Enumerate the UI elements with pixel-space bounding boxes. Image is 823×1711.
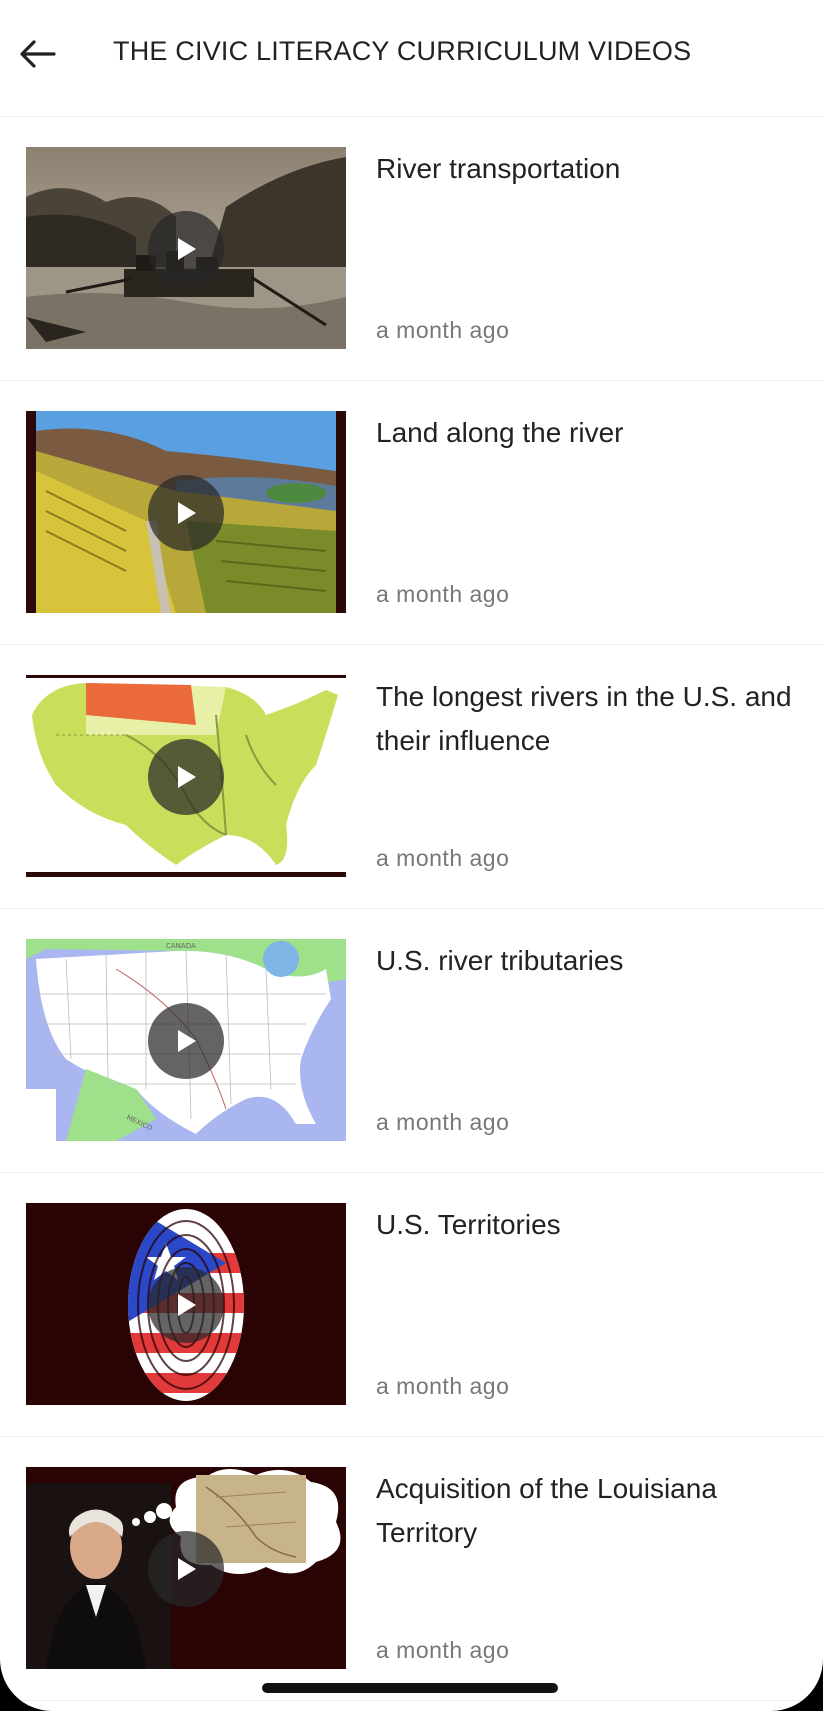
play-button[interactable] <box>148 475 224 551</box>
video-list-screen: THE CIVIC LITERACY CURRICULUM VIDEOS Riv… <box>0 0 823 1711</box>
video-title[interactable]: U.S. river tributaries <box>376 939 796 983</box>
play-button[interactable] <box>148 1003 224 1079</box>
app-header: THE CIVIC LITERACY CURRICULUM VIDEOS <box>0 0 823 117</box>
video-list-item[interactable]: The longest rivers in the U.S. and their… <box>0 645 823 909</box>
video-timestamp: a month ago <box>376 1373 510 1399</box>
play-icon <box>178 238 196 260</box>
video-timestamp: a month ago <box>376 1637 510 1663</box>
play-icon <box>178 766 196 788</box>
play-icon <box>178 502 196 524</box>
video-list-item[interactable]: River transportation a month ago <box>0 117 823 381</box>
video-timestamp: a month ago <box>376 1109 510 1135</box>
video-title[interactable]: River transportation <box>376 147 796 191</box>
video-thumbnail[interactable] <box>26 1203 346 1405</box>
play-icon <box>178 1294 196 1316</box>
video-list-item[interactable]: Acquisition of the Louisiana Territory a… <box>0 1437 823 1701</box>
video-timestamp: a month ago <box>376 845 510 871</box>
video-thumbnail[interactable] <box>26 675 346 877</box>
play-button[interactable] <box>148 739 224 815</box>
video-title[interactable]: U.S. Territories <box>376 1203 796 1247</box>
video-list-item[interactable]: U.S. Territories a month ago <box>0 1173 823 1437</box>
video-title[interactable]: Land along the river <box>376 411 796 455</box>
video-thumbnail[interactable]: CANADA MEXICO <box>26 939 346 1141</box>
video-list-item[interactable]: CANADA MEXICO U.S. river tributaries a m… <box>0 909 823 1173</box>
play-icon <box>178 1030 196 1052</box>
home-indicator[interactable] <box>262 1683 558 1693</box>
video-list-item[interactable]: Land along the river a month ago <box>0 381 823 645</box>
video-thumbnail[interactable] <box>26 411 346 613</box>
play-button[interactable] <box>148 1267 224 1343</box>
video-thumbnail[interactable] <box>26 147 346 349</box>
back-button[interactable] <box>12 28 64 80</box>
video-list: River transportation a month ago Land al… <box>0 117 823 1701</box>
canada-map-label: CANADA <box>166 942 196 950</box>
play-button[interactable] <box>148 1531 224 1607</box>
video-timestamp: a month ago <box>376 581 510 607</box>
page-title: THE CIVIC LITERACY CURRICULUM VIDEOS <box>113 36 692 66</box>
video-title[interactable]: Acquisition of the Louisiana Territory <box>376 1467 796 1555</box>
video-thumbnail[interactable] <box>26 1467 346 1669</box>
play-icon <box>178 1558 196 1580</box>
play-button[interactable] <box>148 211 224 287</box>
video-timestamp: a month ago <box>376 317 510 343</box>
arrow-left-icon <box>20 40 56 68</box>
video-title[interactable]: The longest rivers in the U.S. and their… <box>376 675 796 763</box>
